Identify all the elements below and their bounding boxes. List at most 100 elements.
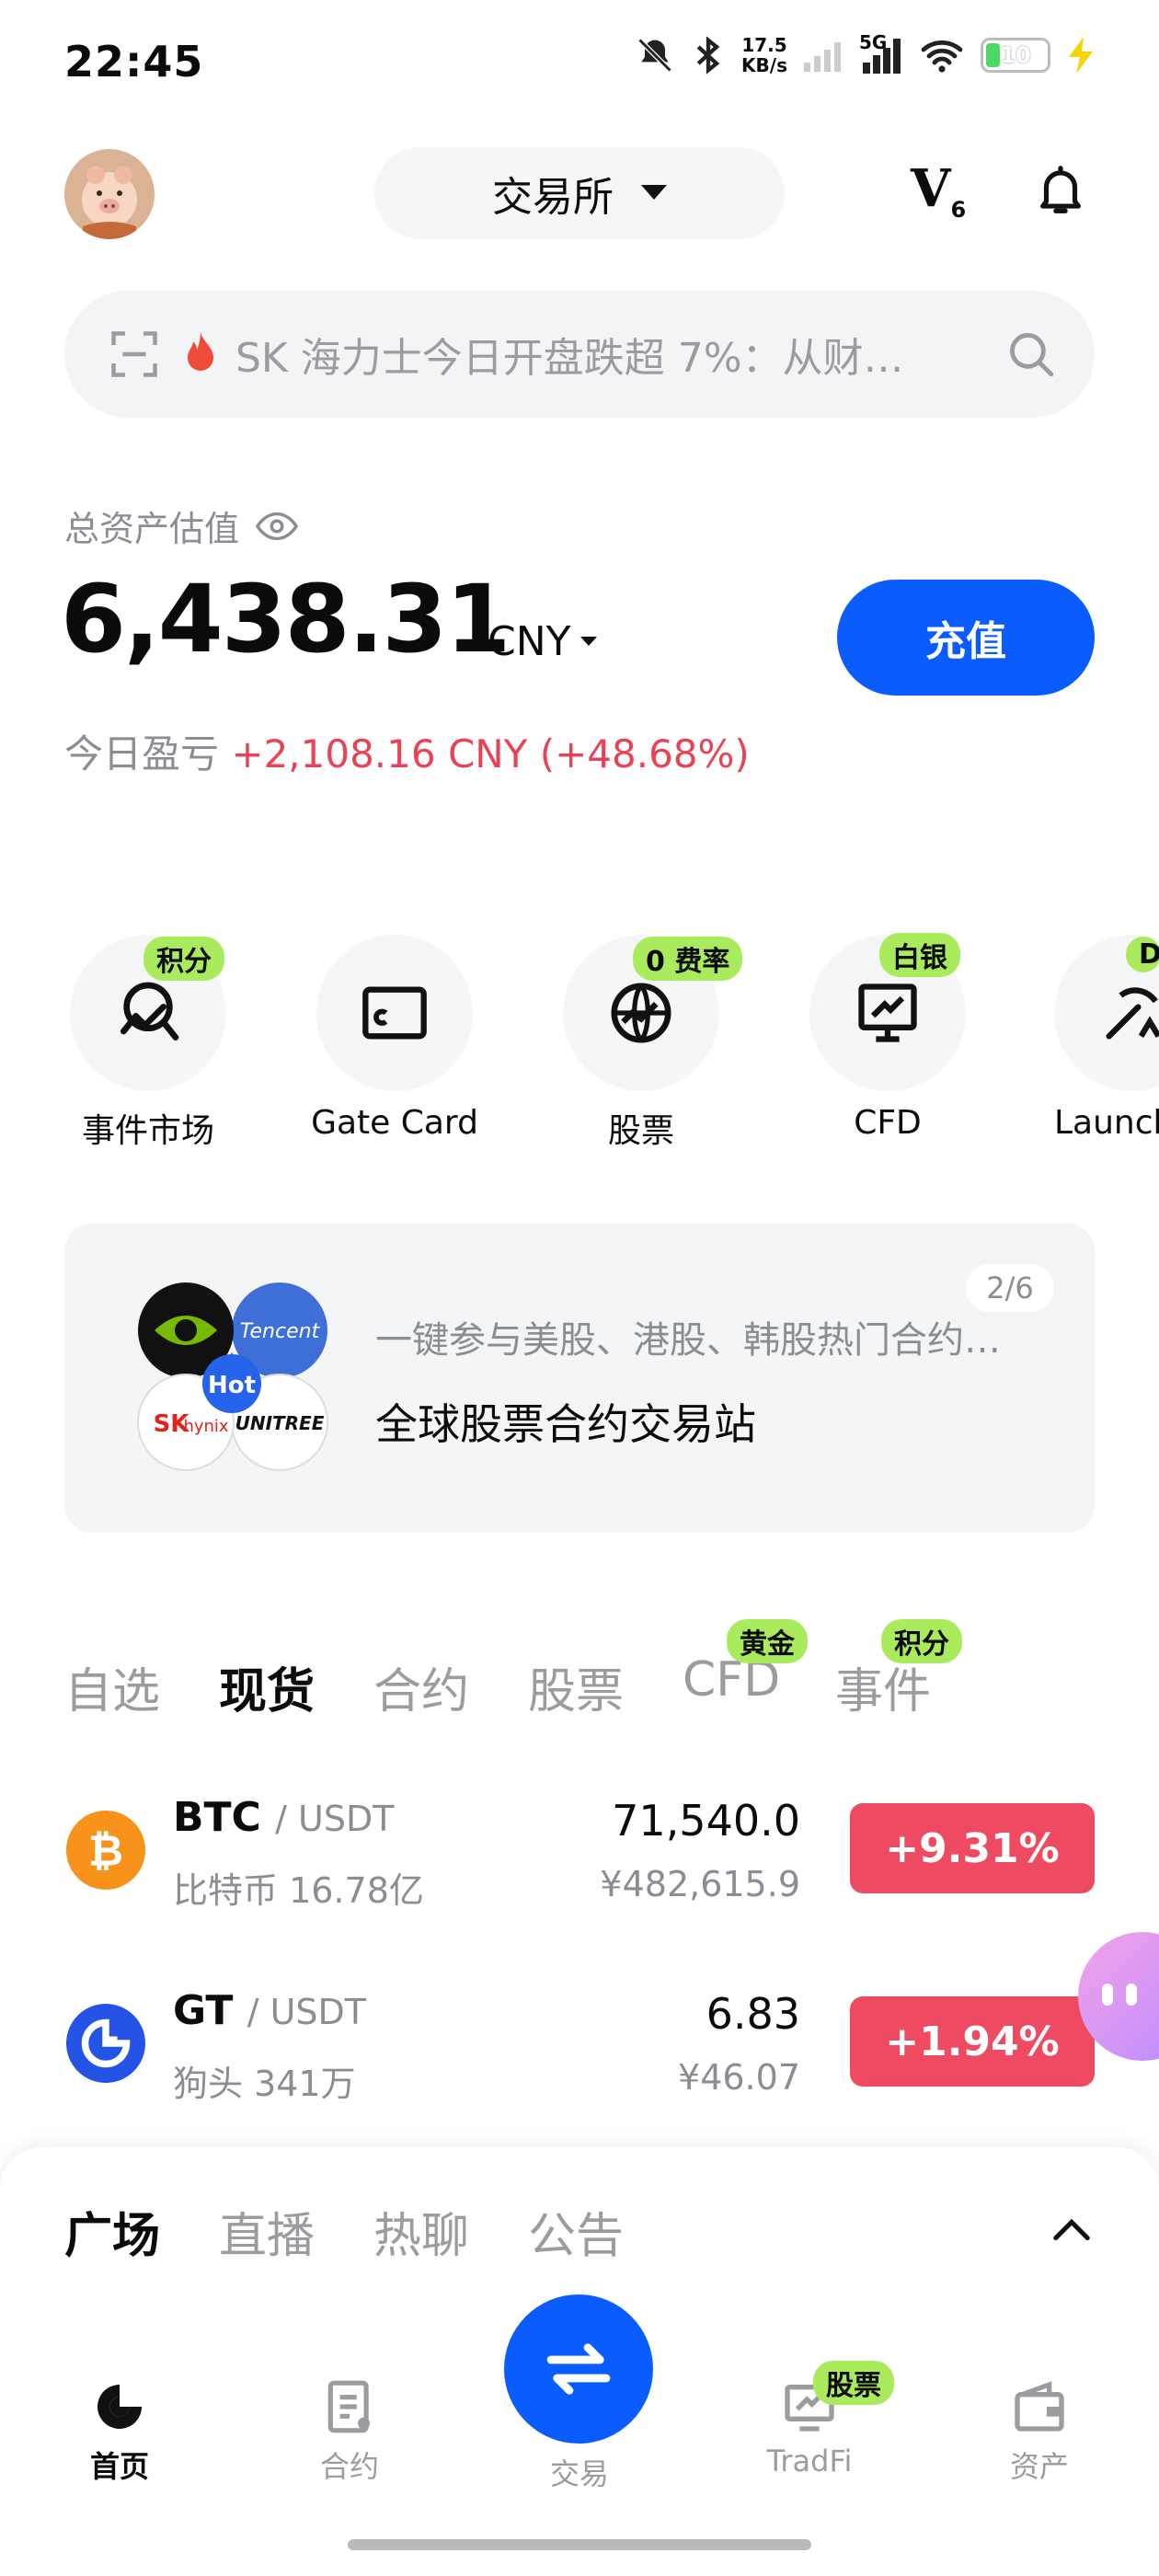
battery: 10 xyxy=(981,38,1050,73)
pair-name[interactable]: GT / USDT xyxy=(173,1987,366,2034)
svg-text:₿: ₿ xyxy=(88,1826,123,1876)
banner-counter: 2/6 xyxy=(966,1264,1054,1312)
event-market-icon xyxy=(120,982,179,1041)
pair-volume: 比特币 16.78亿 xyxy=(173,1870,424,1911)
caret-down-icon xyxy=(580,636,597,646)
chevron-up-icon[interactable] xyxy=(1050,2215,1093,2243)
wallet-icon xyxy=(1015,2381,1064,2432)
stock-logos-icon: Tencent UNITREE SK hynix Hot xyxy=(137,1282,328,1471)
search-input[interactable]: SK 海力士今日开盘跌超 7%：从财… xyxy=(235,325,1004,384)
last-price: 6.83 xyxy=(706,1989,800,2039)
currency-label: CNY xyxy=(488,618,571,665)
charging-icon xyxy=(1069,37,1093,74)
shortcut-label: CFD xyxy=(854,1104,922,1142)
gatetoken-icon xyxy=(66,2004,145,2083)
wifi-icon xyxy=(921,40,963,73)
vip-level: 6 xyxy=(950,197,967,224)
globe-icon xyxy=(611,983,671,1043)
total-assets-label: 总资产估值 xyxy=(64,500,299,551)
pickaxe-icon xyxy=(1106,987,1159,1040)
search-icon[interactable] xyxy=(1004,328,1058,381)
caret-down-icon xyxy=(641,185,667,200)
shortcut-tag: D xyxy=(1126,937,1159,972)
pair-quote: / USDT xyxy=(275,1799,395,1839)
tab-spot[interactable]: 现货 xyxy=(219,1652,315,1721)
nav-label: 合约 xyxy=(319,2449,379,2484)
search-bar[interactable]: SK 海力士今日开盘跌超 7%：从财… xyxy=(64,291,1095,418)
scan-icon[interactable] xyxy=(107,327,162,382)
vip-badge[interactable]: V6 xyxy=(911,158,966,223)
tab-square[interactable]: 广场 xyxy=(64,2197,160,2266)
status-icons: 17.5 KB/s 5G 10 xyxy=(635,31,1095,75)
pair-name[interactable]: BTC / USDT xyxy=(173,1794,394,1841)
pair-base: BTC xyxy=(173,1794,261,1841)
document-icon xyxy=(327,2380,370,2433)
swap-arrows-icon xyxy=(546,2343,611,2395)
banner-subtitle: 一键参与美股、港股、韩股热门合约… xyxy=(375,1319,1001,1362)
tab-tag: 积分 xyxy=(881,1619,962,1663)
shortcut-label: Launchp xyxy=(1054,1104,1159,1142)
signal-strong-icon xyxy=(863,39,901,74)
fiat-price: ¥46.07 xyxy=(678,2057,800,2098)
tab-hot-chat[interactable]: 热聊 xyxy=(373,2197,469,2266)
pnl-label: 今日盈亏 xyxy=(64,731,220,776)
shortcut-label: 股票 xyxy=(607,1112,674,1150)
tab-stocks[interactable]: 股票 xyxy=(528,1652,624,1721)
total-assets-value: 6,438.31 xyxy=(61,565,511,674)
nav-trade-label[interactable]: 交易 xyxy=(497,2451,662,2493)
nav-assets[interactable]: 资产 xyxy=(957,2377,1122,2486)
bluetooth-icon xyxy=(696,36,720,75)
total-assets-text: 总资产估值 xyxy=(64,509,240,549)
shortcut-tag: 积分 xyxy=(143,937,224,981)
currency-selector[interactable]: CNY xyxy=(488,618,597,665)
shortcut-tag: 白银 xyxy=(879,933,960,977)
last-price: 71,540.0 xyxy=(612,1796,800,1846)
net-speed: 17.5 KB/s xyxy=(741,35,787,75)
logo-tencent-text: Tencent xyxy=(240,1320,321,1343)
hot-badge: Hot xyxy=(208,1372,256,1399)
logo-unitree-text: UNITREE xyxy=(235,1412,325,1434)
tab-favorites[interactable]: 自选 xyxy=(64,1652,160,1721)
home-icon xyxy=(98,2385,142,2429)
tab-announcements[interactable]: 公告 xyxy=(528,2197,624,2266)
pig-avatar-icon xyxy=(64,149,155,239)
assistant-face-icon xyxy=(1102,1984,1137,2006)
shortcut-circle xyxy=(316,935,473,1091)
nav-futures[interactable]: 合约 xyxy=(267,2377,432,2486)
deposit-button[interactable]: 充值 xyxy=(837,580,1095,696)
card-icon xyxy=(362,986,427,1040)
battery-level xyxy=(986,43,1001,67)
home-indicator xyxy=(348,2539,811,2550)
change-badge[interactable]: +9.31% xyxy=(850,1803,1095,1893)
exchange-selector[interactable]: 交易所 xyxy=(374,147,785,239)
tab-live[interactable]: 直播 xyxy=(219,2197,315,2266)
nav-label: TradFi xyxy=(766,2444,853,2478)
tab-futures[interactable]: 合约 xyxy=(373,1652,469,1721)
chart-monitor-icon xyxy=(858,983,917,1042)
tradfi-tag: 股票 xyxy=(813,2361,894,2405)
bell-icon[interactable] xyxy=(1032,160,1089,219)
fiat-price: ¥482,615.9 xyxy=(600,1864,800,1904)
logo-hynix-text: hynix xyxy=(183,1417,228,1436)
trade-button[interactable] xyxy=(504,2294,653,2444)
battery-text: 10 xyxy=(1000,42,1031,68)
status-time: 22:45 xyxy=(64,37,204,86)
net-speed-value: 17.5 xyxy=(741,34,787,56)
avatar[interactable] xyxy=(64,149,155,239)
today-pnl: 今日盈亏 +2,108.16 CNY (+48.68%) xyxy=(64,723,750,779)
shortcut-label: 事件市场 xyxy=(81,1112,214,1150)
nav-home[interactable]: 首页 xyxy=(37,2377,202,2486)
nav-label: 首页 xyxy=(89,2449,149,2484)
nav-label: 资产 xyxy=(1009,2449,1069,2484)
eye-icon[interactable] xyxy=(256,511,299,542)
shortcut-gate-card[interactable]: Gate Card xyxy=(311,935,478,1142)
pair-volume: 狗头 341万 xyxy=(173,2064,356,2104)
change-badge[interactable]: +1.94% xyxy=(850,1996,1095,2087)
exchange-label: 交易所 xyxy=(492,174,614,221)
assistant-bubble[interactable] xyxy=(1078,1932,1159,2061)
mute-icon xyxy=(637,38,672,73)
signal-5g: 5G xyxy=(859,31,903,74)
tab-tag: 黄金 xyxy=(727,1619,808,1663)
fire-icon xyxy=(188,332,213,371)
shortcut-tag: 0 费率 xyxy=(633,937,743,981)
